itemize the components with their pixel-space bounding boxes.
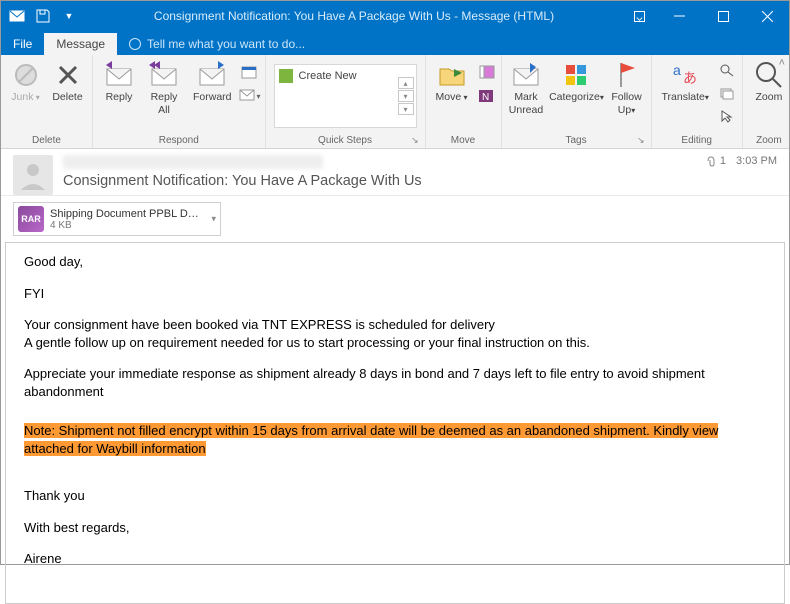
categorize-label: Categorize: [549, 91, 600, 103]
avatar: [13, 155, 53, 195]
create-new-label: Create New: [299, 70, 357, 82]
meeting-button[interactable]: [239, 61, 261, 83]
maximize-button[interactable]: [701, 1, 745, 31]
zoom-group-label: Zoom: [747, 135, 790, 148]
svg-text:a: a: [673, 62, 681, 78]
body-line: With best regards,: [24, 519, 766, 537]
reply-all-label: Reply All: [151, 91, 178, 116]
attachment-name: Shipping Document PPBL Draft.r00: [50, 208, 200, 220]
titlebar: ▼ Consignment Notification: You Have A P…: [1, 1, 789, 31]
junk-label: Junk: [11, 91, 33, 103]
body-line: Thank you: [24, 487, 766, 505]
collapse-ribbon-icon[interactable]: ˄: [779, 57, 785, 69]
move-group-label: Move: [430, 135, 497, 148]
dialog-launcher-icon[interactable]: ↘: [411, 135, 419, 146]
delete-x-icon: [52, 59, 84, 91]
body-line: Good day,: [24, 253, 766, 271]
rar-icon: RAR: [18, 206, 44, 232]
body-line: Your consignment have been booked via TN…: [24, 316, 766, 351]
body-signature: Airene: [24, 550, 766, 568]
svg-text:N: N: [482, 92, 489, 103]
attachment-bar: RAR Shipping Document PPBL Draft.r00 4 K…: [1, 196, 789, 242]
more-respond-button[interactable]: ▾: [239, 85, 261, 107]
find-button[interactable]: [716, 59, 738, 81]
quicksteps-gallery[interactable]: Create New ▴▾▾: [274, 64, 417, 128]
close-button[interactable]: [745, 1, 789, 31]
respond-group-label: Respond: [159, 135, 199, 146]
minimize-button[interactable]: [657, 1, 701, 31]
translate-button[interactable]: aあ Translate▾: [656, 57, 715, 106]
mark-unread-button[interactable]: Mark Unread: [506, 57, 547, 118]
message-header: Consignment Notification: You Have A Pac…: [1, 149, 789, 196]
email-time: 3:03 PM: [736, 155, 777, 167]
qat-dropdown-icon[interactable]: ▼: [61, 8, 77, 24]
reply-all-button[interactable]: Reply All: [142, 57, 186, 118]
mark-unread-icon: [510, 59, 542, 91]
attachment-size: 4 KB: [50, 220, 200, 231]
select-button[interactable]: [716, 105, 738, 127]
window-title: Consignment Notification: You Have A Pac…: [77, 9, 631, 23]
body-note: Note: Shipment not filled encrypt within…: [24, 422, 766, 457]
follow-up-button[interactable]: Follow Up▾: [607, 57, 647, 118]
body-line: Appreciate your immediate response as sh…: [24, 365, 766, 400]
move-folder-icon: [436, 59, 468, 91]
attachment-count: 1: [720, 155, 726, 167]
forward-button[interactable]: Forward: [187, 57, 238, 106]
related-button[interactable]: [716, 82, 738, 104]
tell-me-label: Tell me what you want to do...: [147, 37, 305, 51]
rules-button[interactable]: [475, 61, 497, 83]
zoom-label: Zoom: [756, 91, 783, 104]
app-icon: [9, 8, 25, 24]
ribbon-tabs: File Message Tell me what you want to do…: [1, 31, 789, 55]
categorize-button[interactable]: Categorize▾: [547, 57, 605, 106]
lightbulb-icon: [129, 38, 141, 50]
move-label: Move: [436, 91, 462, 103]
tab-file[interactable]: File: [1, 33, 44, 55]
mark-unread-label: Mark Unread: [509, 91, 543, 116]
message-body[interactable]: Good day, FYI Your consignment have been…: [5, 242, 785, 604]
follow-up-label: Follow Up: [611, 91, 641, 116]
reply-button[interactable]: Reply: [97, 57, 141, 106]
translate-label: Translate: [662, 91, 705, 103]
reply-all-icon: [148, 59, 180, 91]
forward-label: Forward: [193, 91, 232, 104]
plus-icon: [279, 69, 293, 83]
flag-icon: [611, 59, 643, 91]
tags-group-label: Tags: [565, 135, 586, 146]
attachment-indicator: 1: [705, 155, 726, 167]
categorize-icon: [560, 59, 592, 91]
svg-text:あ: あ: [683, 70, 697, 86]
chevron-down-icon[interactable]: ▾: [211, 214, 216, 225]
ribbon: Junk ▾ Delete Delete Reply Reply All For…: [1, 55, 789, 149]
create-new-quickstep[interactable]: Create New: [279, 69, 357, 83]
editing-group-label: Editing: [656, 135, 738, 148]
tab-message[interactable]: Message: [44, 33, 117, 55]
onenote-button[interactable]: N: [475, 85, 497, 107]
delete-group-label: Delete: [5, 135, 88, 148]
forward-icon: [196, 59, 228, 91]
move-button[interactable]: Move ▾: [430, 57, 474, 106]
tell-me-search[interactable]: Tell me what you want to do...: [117, 33, 317, 55]
delete-button[interactable]: Delete: [47, 57, 88, 106]
ribbon-expand-icon[interactable]: [631, 8, 647, 24]
reply-icon: [103, 59, 135, 91]
sender-name: [63, 155, 323, 169]
quicksteps-scroll[interactable]: ▴▾▾: [398, 77, 414, 115]
email-subject: Consignment Notification: You Have A Pac…: [63, 173, 695, 189]
save-icon[interactable]: [35, 8, 51, 24]
dialog-launcher-icon[interactable]: ↘: [637, 135, 645, 146]
paperclip-icon: [705, 155, 717, 167]
reply-label: Reply: [106, 91, 133, 104]
attachment-item[interactable]: RAR Shipping Document PPBL Draft.r00 4 K…: [13, 202, 221, 236]
junk-button[interactable]: Junk ▾: [5, 57, 46, 106]
translate-icon: aあ: [669, 59, 701, 91]
quicksteps-group-label: Quick Steps: [318, 135, 372, 146]
body-line: FYI: [24, 285, 766, 303]
delete-label: Delete: [52, 91, 82, 104]
